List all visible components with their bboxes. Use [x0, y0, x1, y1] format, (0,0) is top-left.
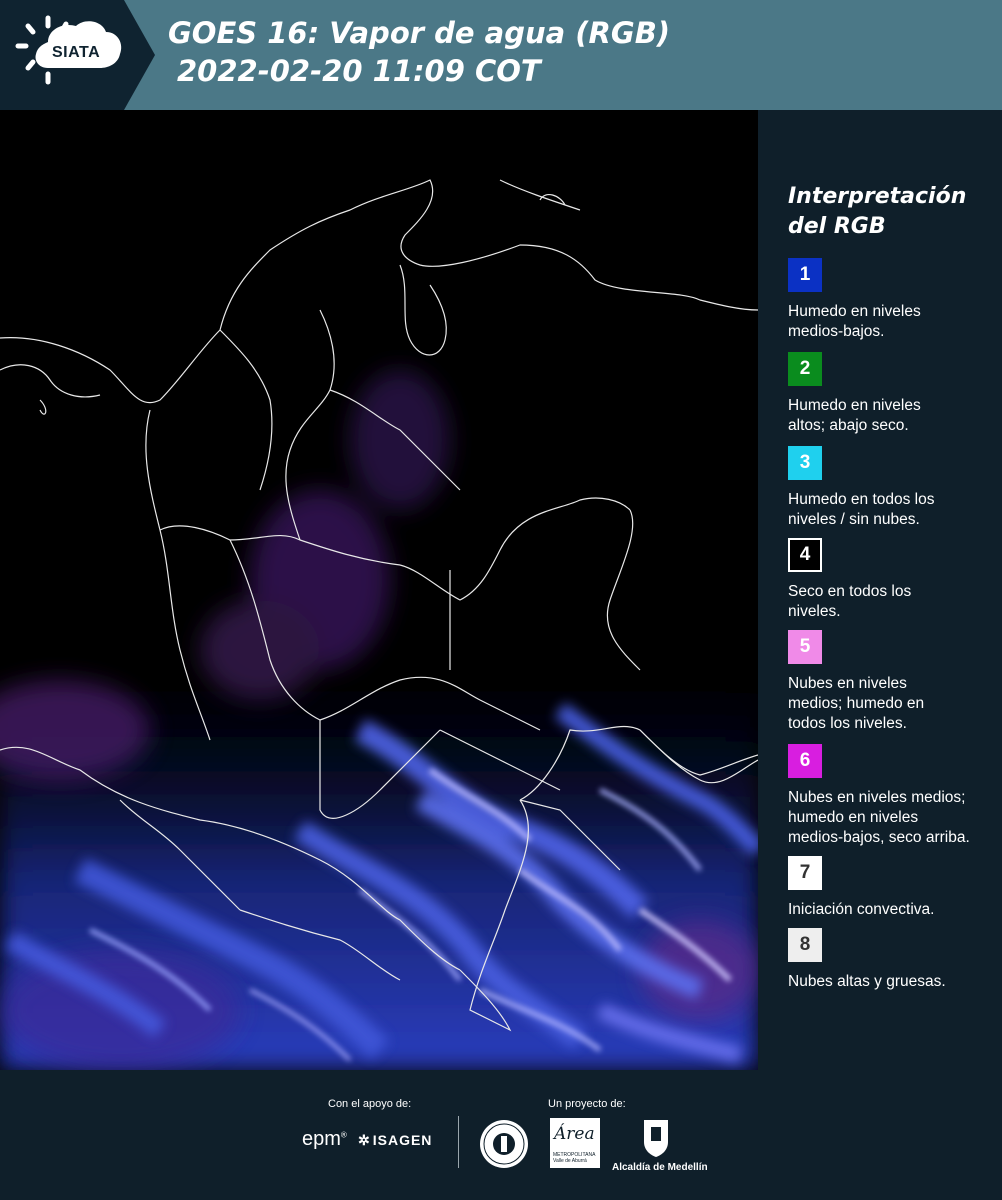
logo-text: SIATA — [52, 44, 101, 61]
legend-item-2: 2 Humedo en niveles altos; abajo seco. — [788, 352, 993, 436]
legend-item-6: 6 Nubes en niveles medios; humedo en niv… — [788, 744, 993, 848]
legend-swatch-1: 1 — [788, 258, 822, 292]
legend-item-3: 3 Humedo en todos los niveles / sin nube… — [788, 446, 993, 530]
legend-swatch-3: 3 — [788, 446, 822, 480]
legend-swatch-2: 2 — [788, 352, 822, 386]
alcaldia-label: Alcaldía de Medellín — [612, 1162, 708, 1173]
page-timestamp: 2022-02-20 11:09 COT — [177, 54, 541, 88]
legend-title: Interpretación del RGB — [788, 184, 967, 239]
alcaldia-shield-icon — [644, 1120, 668, 1157]
legend-desc-4: Seco en todos los niveles. — [788, 583, 912, 620]
legend-desc-2: Humedo en niveles altos; abajo seco. — [788, 397, 921, 434]
legend-item-5: 5 Nubes en niveles medios; humedo en tod… — [788, 630, 993, 734]
satellite-map — [0, 110, 758, 1070]
area-metropolitana-logo: Área METROPOLITANA Valle de Aburrá — [550, 1118, 600, 1168]
legend-desc-6: Nubes en niveles medios; humedo en nivel… — [788, 789, 970, 846]
legend-swatch-7: 7 — [788, 856, 822, 890]
legend-swatch-4: 4 — [788, 538, 822, 572]
project-label: Un proyecto de: — [548, 1098, 626, 1110]
legend-desc-3: Humedo en todos los niveles / sin nubes. — [788, 491, 935, 528]
legend-panel: Interpretación del RGB 1 Humedo en nivel… — [758, 110, 1002, 1070]
legend-swatch-6: 6 — [788, 744, 822, 778]
legend-swatch-5: 5 — [788, 630, 822, 664]
header: SIATA GOES 16: Vapor de agua (RGB) 2022-… — [0, 0, 1002, 110]
page-title: GOES 16: Vapor de agua (RGB) — [168, 16, 671, 50]
isagen-mark-icon: ✲ — [358, 1132, 371, 1148]
support-label: Con el apoyo de: — [328, 1098, 412, 1110]
legend-item-7: 7 Iniciación convectiva. — [788, 856, 993, 920]
isagen-logo: ✲ ISAGEN — [358, 1132, 433, 1148]
legend-item-1: 1 Humedo en niveles medios-bajos. — [788, 258, 993, 342]
legend-desc-1: Humedo en niveles medios-bajos. — [788, 303, 921, 340]
legend-desc-5: Nubes en niveles medios; humedo en todos… — [788, 675, 925, 732]
epm-logo: epm® — [302, 1128, 347, 1150]
water-vapor-image — [0, 179, 758, 1070]
government-seal-icon — [480, 1120, 528, 1168]
footer: Con el apoyo de: Un proyecto de: epm® ✲ I… — [0, 1070, 1002, 1200]
legend-desc-8: Nubes altas y gruesas. — [788, 973, 946, 990]
legend-swatch-8: 8 — [788, 928, 822, 962]
legend-item-4: 4 Seco en todos los niveles. — [788, 538, 993, 622]
legend-desc-7: Iniciación convectiva. — [788, 901, 935, 918]
legend-item-8: 8 Nubes altas y gruesas. — [788, 928, 993, 992]
footer-divider — [458, 1116, 459, 1168]
